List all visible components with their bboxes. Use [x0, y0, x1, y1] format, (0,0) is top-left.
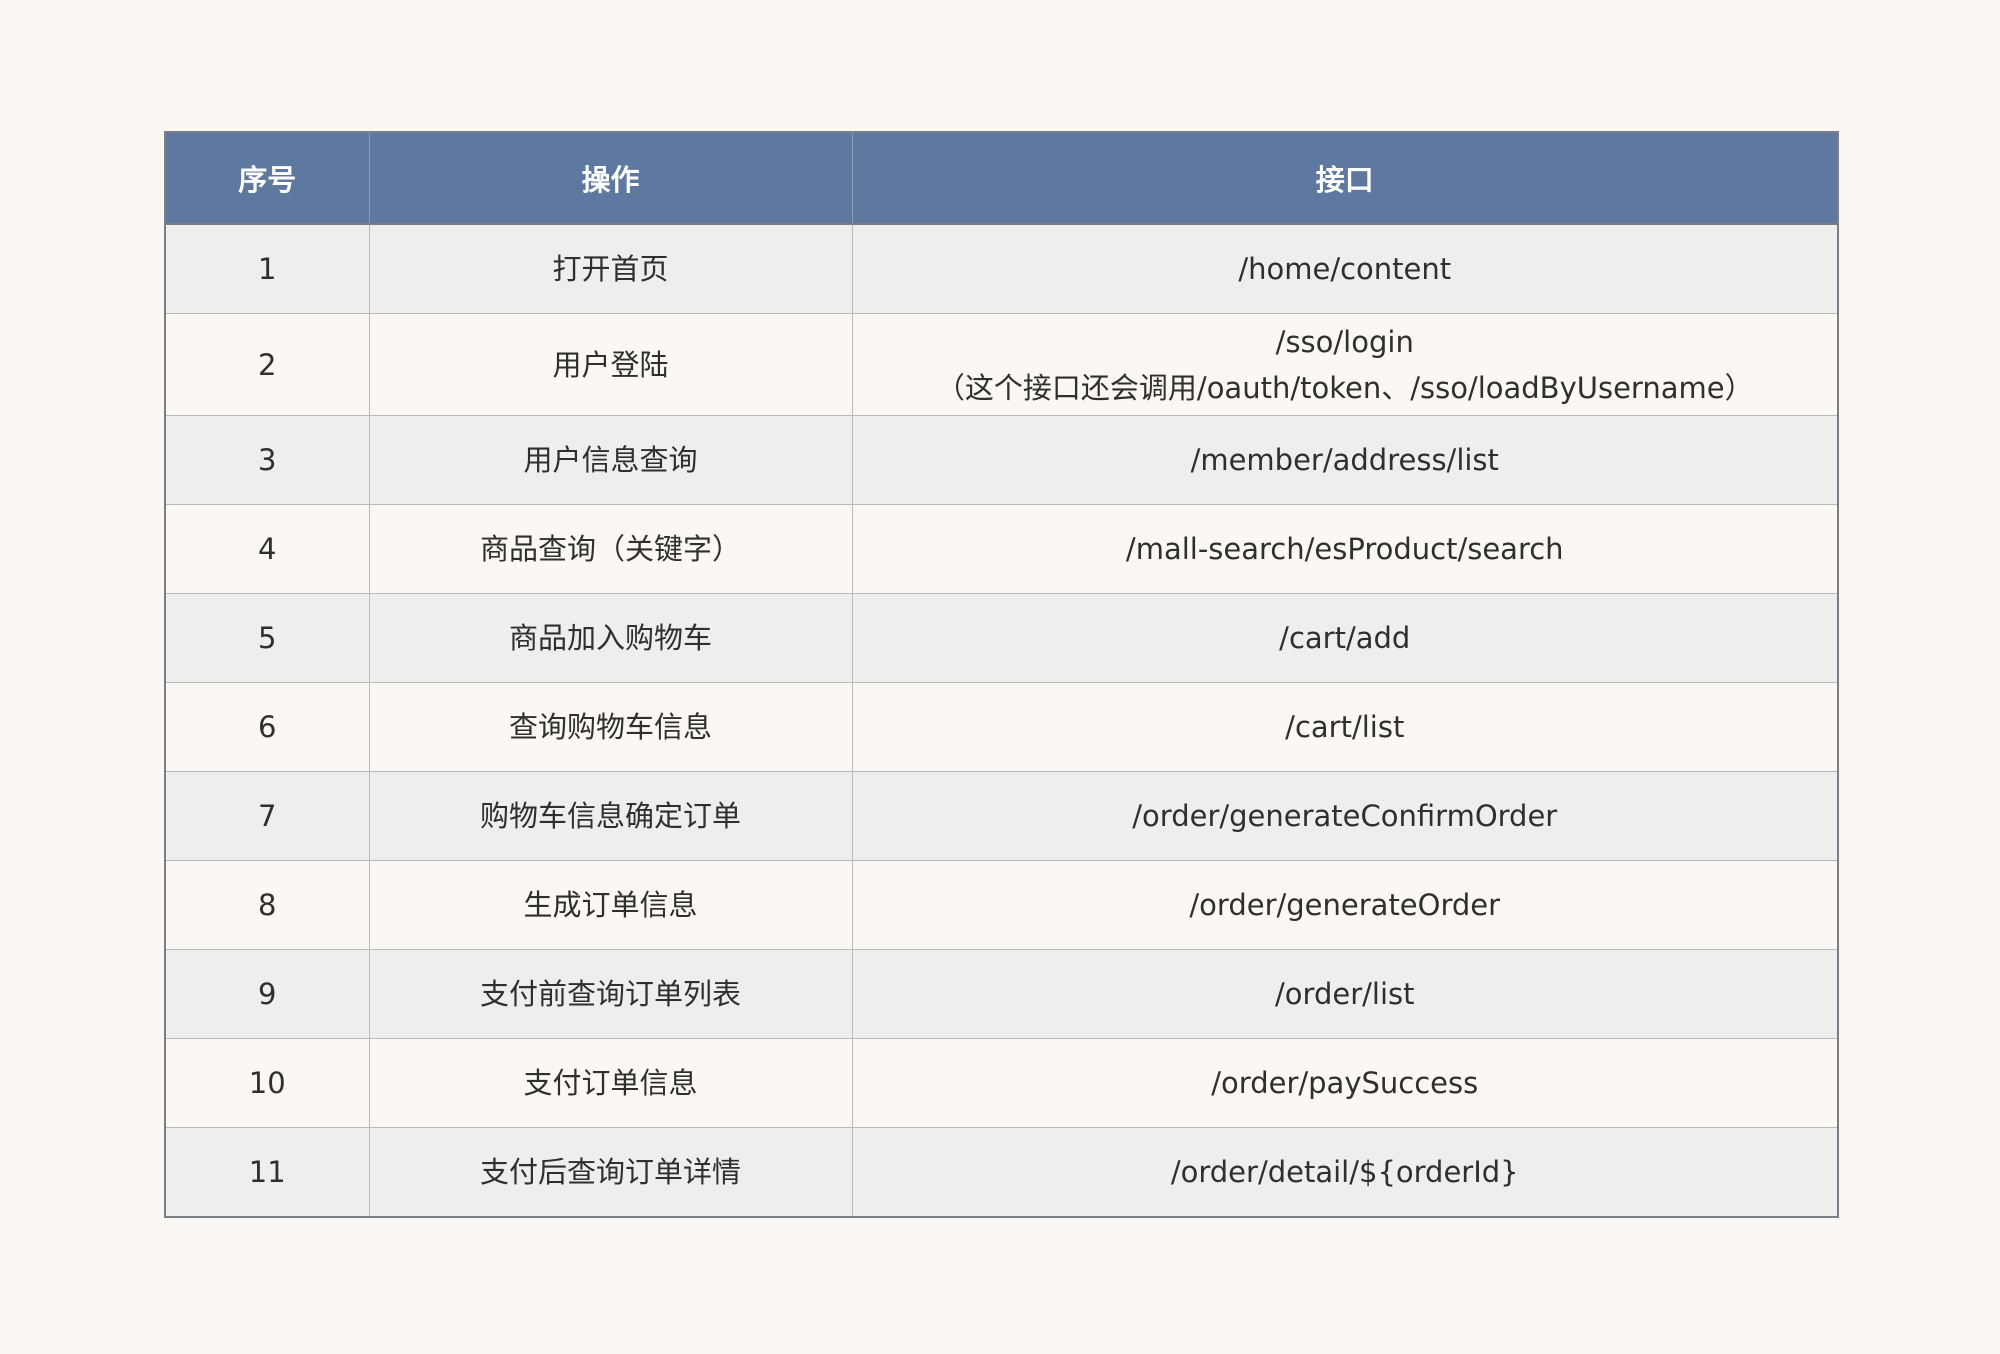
cell-api: /mall-search/esProduct/search [852, 504, 1838, 594]
cell-action: 打开首页 [369, 224, 853, 314]
cell-api: /sso/login （这个接口还会调用/oauth/token、/sso/lo… [852, 313, 1838, 416]
cell-index: 3 [165, 415, 370, 505]
table-row: 4 商品查询（关键字） /mall-search/esProduct/searc… [165, 504, 1838, 594]
table-row: 2 用户登陆 /sso/login （这个接口还会调用/oauth/token、… [165, 313, 1838, 416]
table-row: 8 生成订单信息 /order/generateOrder [165, 860, 1838, 950]
cell-index: 7 [165, 771, 370, 861]
cell-api-path: /sso/login [1275, 324, 1414, 359]
cell-action: 商品查询（关键字） [369, 504, 853, 594]
cell-api: /order/list [852, 949, 1838, 1039]
cell-api-note: （这个接口还会调用/oauth/token、/sso/loadByUsernam… [935, 370, 1754, 405]
table-row: 6 查询购物车信息 /cart/list [165, 682, 1838, 772]
cell-index: 5 [165, 593, 370, 683]
cell-action: 购物车信息确定订单 [369, 771, 853, 861]
cell-index: 8 [165, 860, 370, 950]
cell-api: /home/content [852, 224, 1838, 314]
cell-api: /order/generateConfirmOrder [852, 771, 1838, 861]
cell-api: /cart/add [852, 593, 1838, 683]
cell-index: 4 [165, 504, 370, 594]
table-row: 3 用户信息查询 /member/address/list [165, 415, 1838, 505]
table-row: 5 商品加入购物车 /cart/add [165, 593, 1838, 683]
cell-action: 支付后查询订单详情 [369, 1127, 853, 1217]
cell-action: 支付前查询订单列表 [369, 949, 853, 1039]
cell-index: 6 [165, 682, 370, 772]
table-row: 9 支付前查询订单列表 /order/list [165, 949, 1838, 1039]
cell-api: /member/address/list [852, 415, 1838, 505]
cell-api: /order/detail/${orderId} [852, 1127, 1838, 1217]
cell-index: 10 [165, 1038, 370, 1128]
api-table-container: 序号 操作 接口 1 打开首页 /home/content 2 用户登陆 /ss… [164, 131, 1839, 1218]
cell-index: 11 [165, 1127, 370, 1217]
table-row: 11 支付后查询订单详情 /order/detail/${orderId} [165, 1127, 1838, 1217]
cell-action: 用户登陆 [369, 313, 853, 416]
table-row: 10 支付订单信息 /order/paySuccess [165, 1038, 1838, 1128]
cell-action: 用户信息查询 [369, 415, 853, 505]
table-row: 7 购物车信息确定订单 /order/generateConfirmOrder [165, 771, 1838, 861]
cell-action: 商品加入购物车 [369, 593, 853, 683]
cell-action: 生成订单信息 [369, 860, 853, 950]
cell-index: 9 [165, 949, 370, 1039]
table-row: 1 打开首页 /home/content [165, 224, 1838, 314]
cell-api: /order/generateOrder [852, 860, 1838, 950]
cell-api: /cart/list [852, 682, 1838, 772]
table-body: 1 打开首页 /home/content 2 用户登陆 /sso/login （… [165, 224, 1838, 1217]
header-index: 序号 [165, 132, 370, 225]
cell-action: 支付订单信息 [369, 1038, 853, 1128]
table-header: 序号 操作 接口 [165, 132, 1838, 225]
api-table: 序号 操作 接口 1 打开首页 /home/content 2 用户登陆 /ss… [164, 131, 1839, 1218]
cell-action: 查询购物车信息 [369, 682, 853, 772]
header-action: 操作 [369, 132, 853, 225]
cell-index: 1 [165, 224, 370, 314]
cell-index: 2 [165, 313, 370, 416]
cell-api: /order/paySuccess [852, 1038, 1838, 1128]
header-row: 序号 操作 接口 [165, 132, 1838, 225]
header-api: 接口 [852, 132, 1838, 225]
